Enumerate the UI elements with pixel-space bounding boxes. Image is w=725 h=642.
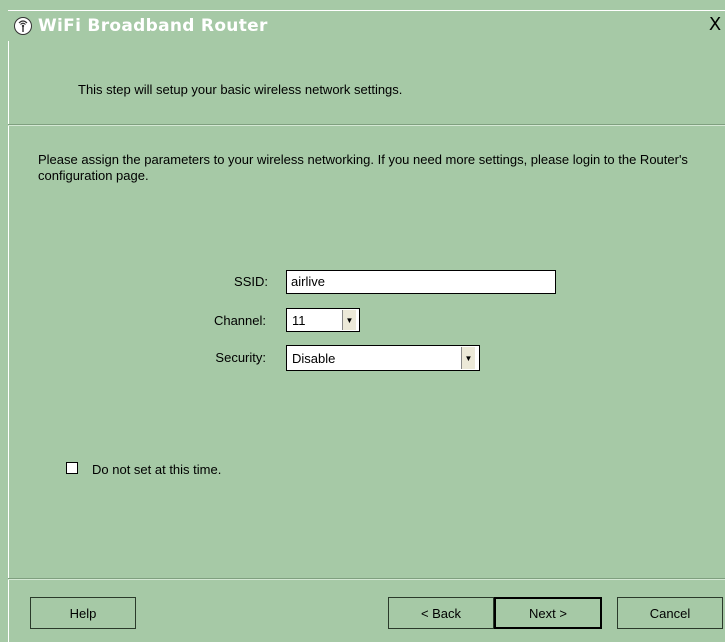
channel-label: Channel: [213,313,266,328]
title-bar[interactable]: WiFi Broadband Router X [8,10,725,41]
security-label: Security: [215,350,266,365]
wizard-window: WiFi Broadband Router X This step will s… [0,0,725,642]
next-button[interactable]: Next > [494,597,602,629]
security-dropdown-arrow-icon[interactable]: ▼ [461,347,475,369]
wizard-header: This step will setup your basic wireless… [8,40,725,126]
cancel-button[interactable]: Cancel [617,597,723,629]
security-select[interactable]: Disable ▼ [286,345,480,371]
router-antenna-icon [14,17,32,35]
back-button[interactable]: < Back [388,597,494,629]
instructions-text: Please assign the parameters to your wir… [38,152,688,183]
step-description: This step will setup your basic wireless… [78,82,403,97]
help-button[interactable]: Help [30,597,136,629]
close-icon[interactable]: X [705,15,725,35]
channel-dropdown-arrow-icon[interactable]: ▼ [342,310,356,330]
ssid-input[interactable]: airlive [286,270,556,294]
footer-divider-highlight [8,579,725,580]
window-title: WiFi Broadband Router [38,16,268,36]
security-value: Disable [292,351,336,366]
channel-value: 11 [292,313,306,328]
ssid-label: SSID: [234,274,268,289]
skip-checkbox-label[interactable]: Do not set at this time. [92,462,221,477]
skip-checkbox[interactable] [66,462,78,474]
header-divider [8,125,725,126]
channel-select[interactable]: 11 ▼ [286,308,360,332]
